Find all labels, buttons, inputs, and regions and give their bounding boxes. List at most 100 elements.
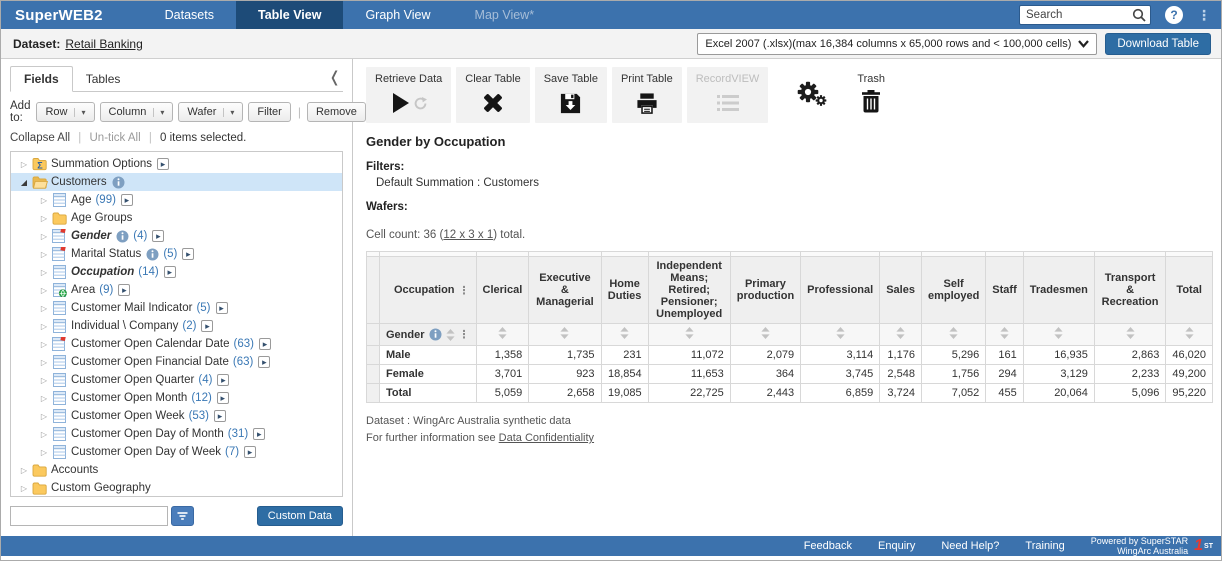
untick-all-link[interactable]: Un-tick All: [90, 132, 141, 144]
sort-icon[interactable]: [1094, 324, 1165, 346]
expand-node-icon[interactable]: ▷: [37, 340, 51, 349]
sort-icon[interactable]: [601, 324, 648, 346]
tree-item-customer-open-month[interactable]: ▷Customer Open Month(12)▸: [11, 389, 342, 407]
column-header-tradesmen[interactable]: Tradesmen: [1023, 257, 1094, 324]
sort-icon[interactable]: [801, 324, 880, 346]
tree-item-customer-open-calendar-date[interactable]: ▷Customer Open Calendar Date(63)▸: [11, 335, 342, 353]
collapse-node-icon[interactable]: ◢: [17, 178, 31, 187]
column-header-professional[interactable]: Professional: [801, 257, 880, 324]
column-header-self-employed[interactable]: Self employed: [921, 257, 985, 324]
expand-node-icon[interactable]: ▷: [37, 304, 51, 313]
tree-item-marital-status[interactable]: ▷Marital Status(5)▸: [11, 245, 342, 263]
add-to-table-icon[interactable]: ▸: [214, 410, 226, 422]
column-menu-icon[interactable]: ⋮: [459, 284, 470, 297]
search-input[interactable]: [1026, 9, 1132, 21]
expand-node-icon[interactable]: ▷: [37, 250, 51, 259]
footer-link-enquiry[interactable]: Enquiry: [878, 540, 915, 552]
column-header-total[interactable]: Total: [1166, 257, 1213, 324]
toolbar-button-retrieve-data[interactable]: Retrieve Data: [366, 67, 451, 123]
tree-item-gender[interactable]: ▷Gender(4)▸: [11, 227, 342, 245]
column-header-clerical[interactable]: Clerical: [476, 257, 529, 324]
add-to-table-icon[interactable]: ▸: [216, 302, 228, 314]
dataset-link[interactable]: Retail Banking: [65, 37, 142, 51]
add-to-table-icon[interactable]: ▸: [258, 356, 270, 368]
expand-node-icon[interactable]: ▷: [37, 376, 51, 385]
tree-item-summation-options[interactable]: ▷ΣSummation Options▸: [11, 155, 342, 173]
add-wafer-button[interactable]: Wafer▾: [178, 102, 243, 122]
footer-link-need-help[interactable]: Need Help?: [941, 540, 999, 552]
add-to-table-icon[interactable]: ▸: [217, 374, 229, 386]
help-icon[interactable]: ?: [1165, 6, 1183, 24]
tree-item-individual-company[interactable]: ▷Individual \ Company(2)▸: [11, 317, 342, 335]
sort-icon[interactable]: [529, 324, 601, 346]
row-dimension-header[interactable]: Gender⋮: [380, 324, 477, 346]
column-header-transport-recreation[interactable]: Transport & Recreation: [1094, 257, 1165, 324]
add-to-table-icon[interactable]: ▸: [121, 194, 133, 206]
add-to-table-icon[interactable]: ▸: [253, 428, 265, 440]
filter-button[interactable]: Filter: [248, 102, 290, 122]
nav-tab-datasets[interactable]: Datasets: [143, 1, 236, 29]
toolbar-button-clear-table[interactable]: Clear Table: [456, 67, 529, 123]
tree-item-customer-open-week[interactable]: ▷Customer Open Week(53)▸: [11, 407, 342, 425]
expand-node-icon[interactable]: ▷: [37, 286, 51, 295]
column-header-sales[interactable]: Sales: [880, 257, 922, 324]
tab-fields[interactable]: Fields: [10, 66, 73, 92]
expand-node-icon[interactable]: ▷: [37, 196, 51, 205]
add-to-table-icon[interactable]: ▸: [259, 338, 271, 350]
tree-item-customer-open-day-of-month[interactable]: ▷Customer Open Day of Month(31)▸: [11, 425, 342, 443]
row-label[interactable]: Male: [380, 346, 477, 365]
add-to-table-icon[interactable]: ▸: [152, 230, 164, 242]
tree-item-customer-mail-indicator[interactable]: ▷Customer Mail Indicator(5)▸: [11, 299, 342, 317]
add-to-table-icon[interactable]: ▸: [118, 284, 130, 296]
info-icon[interactable]: [146, 248, 159, 261]
add-column-button[interactable]: Column▾: [100, 102, 174, 122]
sort-icon[interactable]: [1166, 324, 1213, 346]
toolbar-button-print-table[interactable]: Print Table: [612, 67, 682, 123]
column-header-executive-managerial[interactable]: Executive & Managerial: [529, 257, 601, 324]
expand-node-icon[interactable]: ▷: [37, 448, 51, 457]
footer-link-training[interactable]: Training: [1025, 540, 1064, 552]
tree-item-customer-open-quarter[interactable]: ▷Customer Open Quarter(4)▸: [11, 371, 342, 389]
tree-item-age-groups[interactable]: ▷Age Groups: [11, 209, 342, 227]
sort-icon[interactable]: [446, 329, 455, 341]
sort-icon[interactable]: [476, 324, 529, 346]
info-icon[interactable]: [429, 328, 442, 341]
add-row-button[interactable]: Row▾: [36, 102, 94, 122]
overflow-menu-icon[interactable]: ⋮: [1197, 8, 1211, 22]
row-label[interactable]: Female: [380, 365, 477, 384]
tree-item-age[interactable]: ▷Age(99)▸: [11, 191, 342, 209]
sort-icon[interactable]: [921, 324, 985, 346]
add-to-table-icon[interactable]: ▸: [201, 320, 213, 332]
sort-icon[interactable]: [1023, 324, 1094, 346]
expand-node-icon[interactable]: ▷: [17, 466, 31, 475]
add-to-table-icon[interactable]: ▸: [157, 158, 169, 170]
footer-link-feedback[interactable]: Feedback: [804, 540, 852, 552]
trash-button[interactable]: Trash: [857, 67, 885, 116]
add-to-table-icon[interactable]: ▸: [164, 266, 176, 278]
data-confidentiality-link[interactable]: Data Confidentiality: [499, 432, 594, 444]
add-to-table-icon[interactable]: ▸: [182, 248, 194, 260]
sidebar-collapse-icon[interactable]: ❬: [328, 68, 341, 86]
tree-item-custom-geography[interactable]: ▷Custom Geography: [11, 479, 342, 497]
tree-item-area[interactable]: ▷Area(9)▸: [11, 281, 342, 299]
tree-item-customer-open-financial-date[interactable]: ▷Customer Open Financial Date(63)▸: [11, 353, 342, 371]
tree-item-customer-open-day-of-week[interactable]: ▷Customer Open Day of Week(7)▸: [11, 443, 342, 461]
tree-item-customers[interactable]: ◢Customers: [11, 173, 342, 191]
add-to-table-icon[interactable]: ▸: [244, 446, 256, 458]
cell-count-link[interactable]: 12 x 3 x 1: [443, 229, 493, 241]
nav-tab-graph-view[interactable]: Graph View: [343, 1, 452, 29]
download-table-button[interactable]: Download Table: [1105, 33, 1211, 55]
add-to-table-icon[interactable]: ▸: [217, 392, 229, 404]
field-filter-button[interactable]: [171, 506, 194, 526]
toolbar-button-save-table[interactable]: Save Table: [535, 67, 607, 123]
sort-icon[interactable]: [986, 324, 1023, 346]
expand-node-icon[interactable]: ▷: [37, 232, 51, 241]
column-header-independent-means-retired-pensioner-unemployed[interactable]: Independent Means; Retired; Pensioner; U…: [648, 257, 730, 324]
sort-icon[interactable]: [648, 324, 730, 346]
expand-node-icon[interactable]: ▷: [37, 394, 51, 403]
custom-data-button[interactable]: Custom Data: [257, 506, 343, 526]
tree-item-accounts[interactable]: ▷Accounts: [11, 461, 342, 479]
tree-item-occupation[interactable]: ▷Occupation(14)▸: [11, 263, 342, 281]
export-format-select[interactable]: Excel 2007 (.xlsx)(max 16,384 columns x …: [697, 33, 1097, 55]
info-icon[interactable]: [112, 176, 125, 189]
